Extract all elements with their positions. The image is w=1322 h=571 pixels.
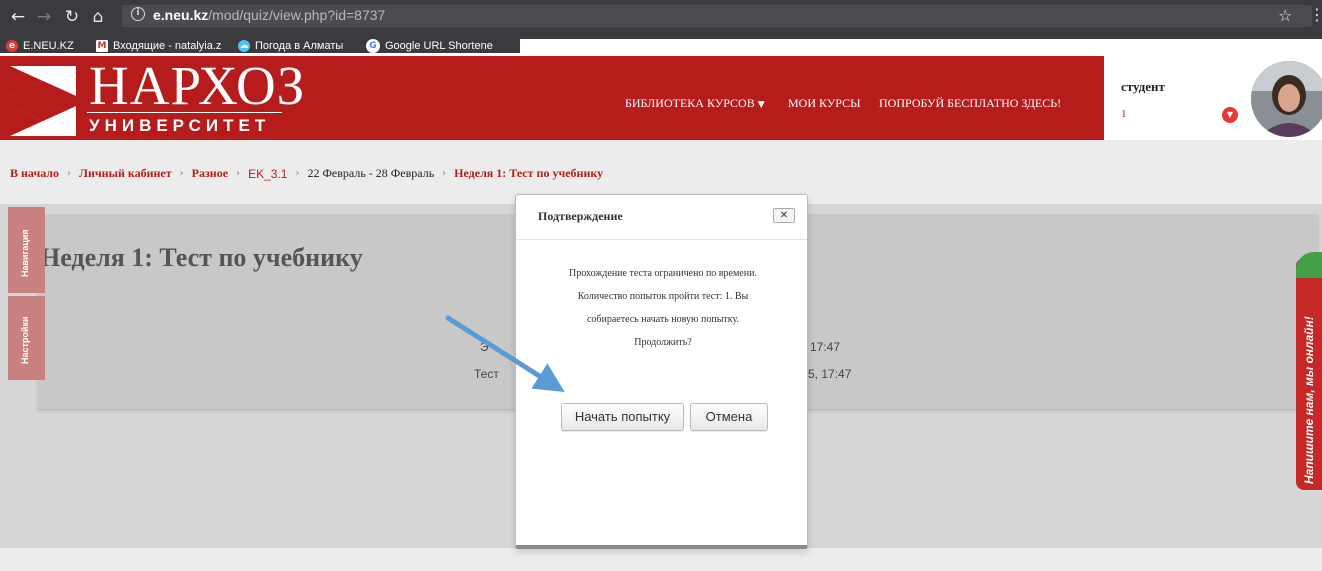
- google-icon: G: [366, 39, 380, 53]
- bookmark-label: E.NEU.KZ: [23, 40, 74, 52]
- nav-label: Библиотека курсов: [625, 96, 755, 110]
- nav-label: Попробуй бесплатно здесь!: [879, 96, 1062, 110]
- logo-title[interactable]: НАРХОЗ: [89, 56, 305, 116]
- sidebar-tab-label: Настройки: [20, 316, 30, 364]
- dialog-title: Подтверждение: [538, 209, 623, 223]
- user-menu-chevron-icon[interactable]: ▼: [1222, 107, 1238, 123]
- obscured-text: 17:47: [810, 340, 841, 354]
- breadcrumb-week-range[interactable]: 22 Февраль - 28 Февраль: [307, 166, 434, 181]
- breadcrumb-separator-icon: ›: [236, 168, 241, 179]
- nav-label: Мои курсы: [788, 96, 861, 110]
- bookmark-gmail[interactable]: M Входящие - natalyia.z: [96, 38, 221, 54]
- bookmark-weather[interactable]: ☁ Погода в Алматы: [238, 38, 343, 54]
- page-footer-strip: [0, 548, 1322, 571]
- breadcrumb-current[interactable]: Неделя 1: Тест по учебнику: [454, 166, 603, 181]
- bookmark-e-neu[interactable]: e E.NEU.KZ: [6, 38, 74, 54]
- forward-arrow-icon[interactable]: →: [34, 7, 54, 27]
- nav-course-library[interactable]: Библиотека курсов ▼: [625, 96, 765, 111]
- user-role[interactable]: студент: [1121, 79, 1165, 95]
- sidebar-tab-settings[interactable]: Настройки: [8, 296, 45, 380]
- bookmark-label: Google URL Shortene: [385, 40, 493, 52]
- bookmark-label: Погода в Алматы: [255, 40, 344, 52]
- start-attempt-button[interactable]: Начать попытку: [561, 403, 684, 431]
- gmail-icon: M: [96, 40, 108, 52]
- dialog-message: Прохождение теста ограничено по времени.…: [545, 262, 781, 354]
- url-host: e.neu.kz: [153, 7, 209, 23]
- chat-widget-label: Напишите нам, мы онлайн!: [1302, 316, 1316, 484]
- chevron-down-icon: ▼: [757, 100, 765, 110]
- breadcrumb-separator-icon: ›: [442, 168, 447, 179]
- dialog-message-line: Прохождение теста ограничено по времени.: [569, 268, 757, 279]
- dialog-divider: [516, 239, 807, 240]
- breadcrumb-separator-icon: ›: [295, 168, 300, 179]
- bookmark-star-icon[interactable]: ☆: [1278, 6, 1292, 25]
- nav-try-free[interactable]: Попробуй бесплатно здесь!: [879, 96, 1061, 111]
- sidebar-tab-label: Навигация: [20, 229, 30, 277]
- bookmark-google-shortener[interactable]: G Google URL Shortene: [366, 38, 493, 54]
- cancel-button[interactable]: Отмена: [690, 403, 768, 431]
- breadcrumb-home[interactable]: В начало: [10, 166, 59, 181]
- breadcrumb-course[interactable]: EK_3.1: [248, 167, 287, 181]
- back-arrow-icon[interactable]: ←: [8, 7, 28, 27]
- breadcrumb-separator-icon: ›: [67, 168, 72, 179]
- breadcrumb-separator-icon: ›: [179, 168, 184, 179]
- weather-icon: ☁: [238, 40, 250, 52]
- info-icon[interactable]: i: [131, 7, 145, 21]
- avatar-photo-icon: [1251, 61, 1322, 137]
- breadcrumb-dashboard[interactable]: Личный кабинет: [79, 166, 172, 181]
- logo-divider: [87, 112, 282, 113]
- bookmark-label: Входящие - natalyia.z: [113, 40, 222, 52]
- browser-menu-icon[interactable]: ⋮: [1309, 5, 1322, 24]
- screenshot-root: ← → ↻ ⌂ i e.neu.kz/mod/quiz/view.php?id=…: [0, 0, 1322, 571]
- narxoz-logo-icon[interactable]: [10, 66, 76, 136]
- home-icon[interactable]: ⌂: [88, 7, 108, 27]
- user-count: 1: [1121, 108, 1127, 120]
- e-neu-favicon-icon: e: [6, 40, 18, 52]
- close-icon[interactable]: ✕: [773, 208, 795, 223]
- reload-icon[interactable]: ↻: [62, 7, 82, 27]
- url-text[interactable]: e.neu.kz/mod/quiz/view.php?id=8737: [153, 7, 385, 23]
- dialog-message-line: Количество попыток пройти тест: 1. Вы: [577, 291, 749, 302]
- breadcrumb-misc[interactable]: Разное: [192, 166, 228, 181]
- url-path: /mod/quiz/view.php?id=8737: [208, 7, 386, 23]
- obscured-text: 5, 17:47: [808, 367, 852, 381]
- annotation-arrow-icon: [445, 315, 565, 393]
- breadcrumb: В начало › Личный кабинет › Разное › EK_…: [10, 166, 611, 181]
- dialog-message-line: Продолжить?: [634, 337, 692, 348]
- dialog-message-line: собираетесь начать новую попытку.: [586, 314, 740, 325]
- page-title: Неделя 1: Тест по учебнику: [40, 243, 363, 272]
- nav-my-courses[interactable]: Мои курсы: [788, 96, 861, 111]
- avatar[interactable]: [1251, 61, 1322, 137]
- logo-subtitle[interactable]: УНИВЕРСИТЕТ: [89, 116, 270, 136]
- sidebar-tab-navigation[interactable]: Навигация: [8, 207, 45, 293]
